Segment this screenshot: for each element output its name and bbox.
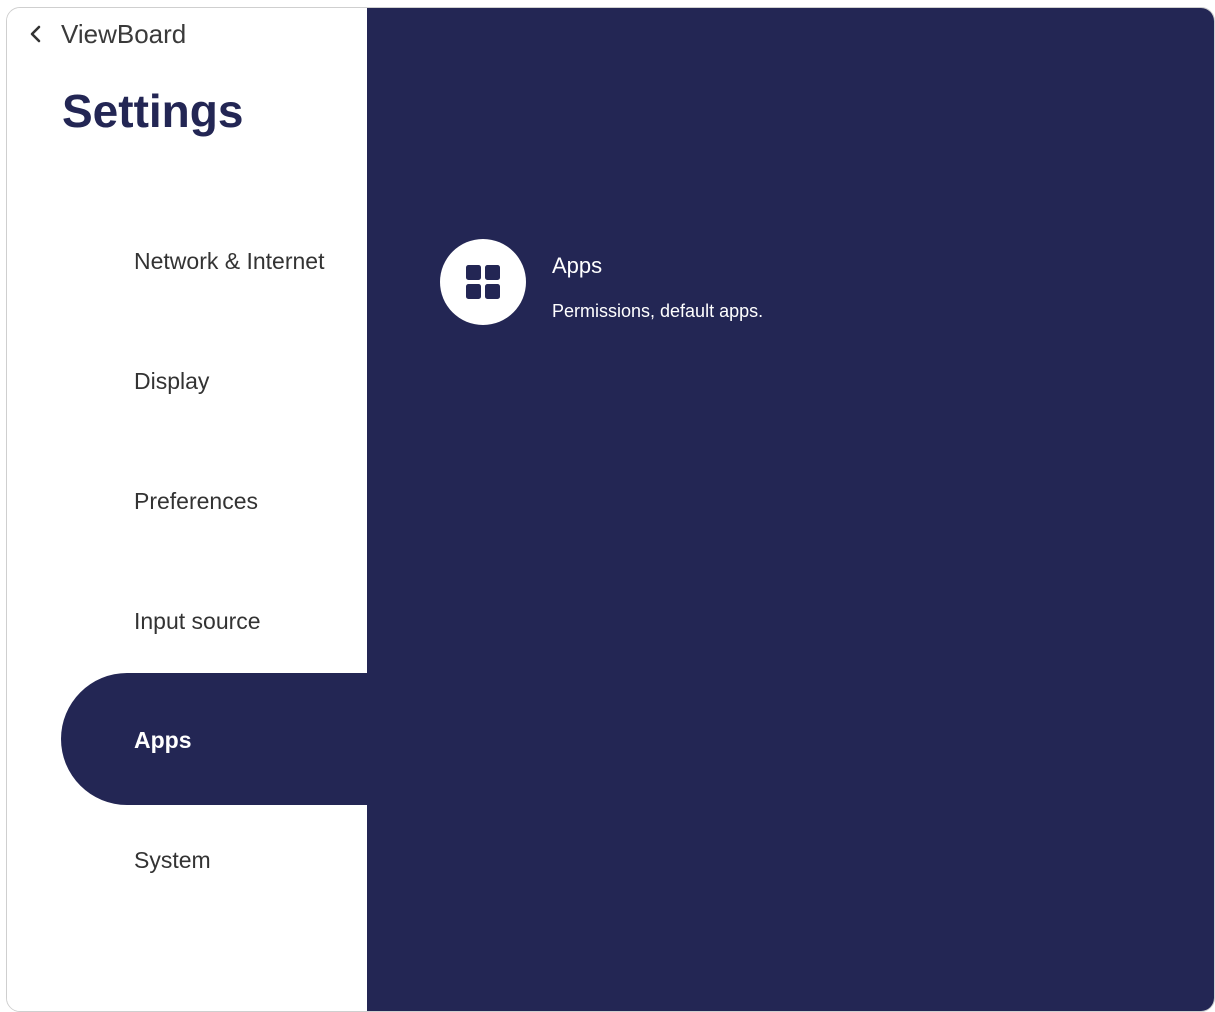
sidebar-item-system[interactable]: System xyxy=(134,840,211,880)
sidebar-item-display[interactable]: Display xyxy=(134,361,209,401)
content-pane xyxy=(367,8,1214,1011)
chevron-left-icon xyxy=(23,21,49,47)
apps-entry-subtitle: Permissions, default apps. xyxy=(552,301,764,321)
apps-setting-entry[interactable]: Apps Permissions, default apps. xyxy=(440,239,1040,329)
apps-entry-title: Apps xyxy=(552,253,603,278)
apps-grid-icon xyxy=(440,239,526,325)
sidebar-panel-bottom xyxy=(7,805,367,1011)
sidebar-item-preferences[interactable]: Preferences xyxy=(134,481,258,521)
sidebar-item-apps[interactable]: Apps xyxy=(134,720,192,760)
sidebar: ViewBoard Settings Network & Internet Di… xyxy=(7,8,391,1011)
page-title: Settings xyxy=(62,85,244,137)
active-item-highlight xyxy=(61,673,391,805)
back-button[interactable]: ViewBoard xyxy=(23,16,186,52)
settings-window: ViewBoard Settings Network & Internet Di… xyxy=(6,7,1215,1012)
sidebar-item-input-source[interactable]: Input source xyxy=(134,601,261,641)
sidebar-item-network-internet[interactable]: Network & Internet xyxy=(134,241,324,281)
back-label: ViewBoard xyxy=(61,18,187,49)
